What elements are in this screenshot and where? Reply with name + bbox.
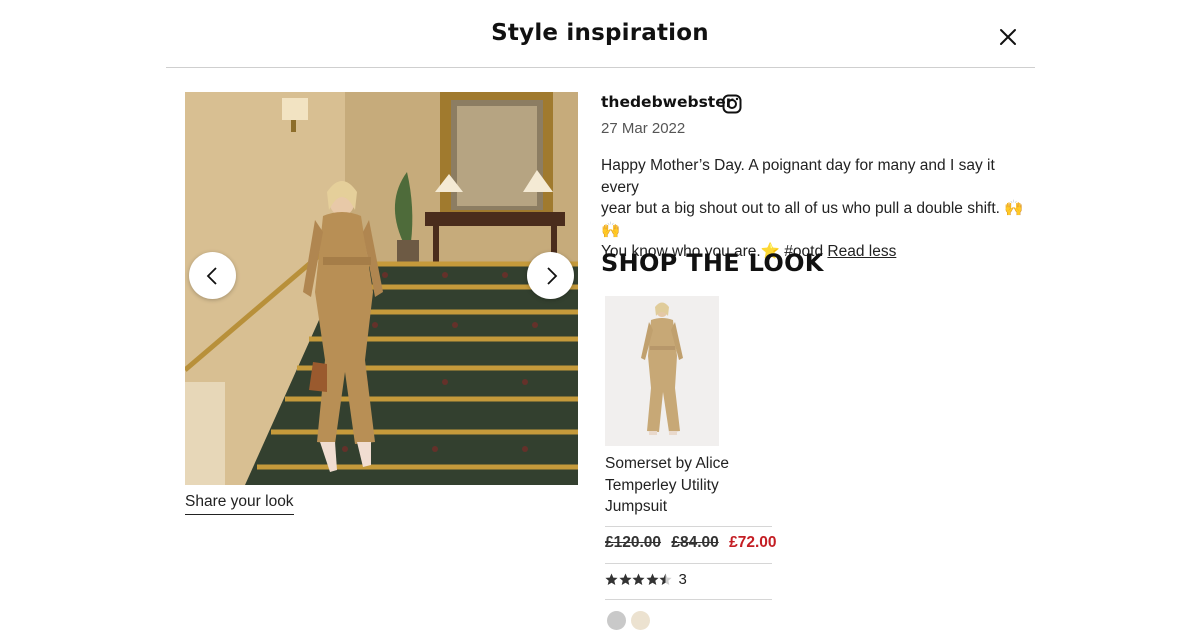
caption-line: year but a big shout out to all of us wh… bbox=[601, 200, 1024, 239]
star-icon bbox=[632, 573, 645, 585]
post-username[interactable]: thedebwebster bbox=[601, 93, 733, 111]
caption-line: Happy Mother’s Day. A poignant day for m… bbox=[601, 157, 995, 196]
shop-the-look-heading: SHOP THE LOOK bbox=[601, 249, 824, 277]
modal-title: Style inspiration bbox=[491, 20, 709, 46]
divider bbox=[605, 563, 772, 564]
star-icon bbox=[659, 573, 672, 585]
star-icon bbox=[645, 573, 659, 585]
divider bbox=[605, 599, 772, 600]
color-swatch[interactable] bbox=[607, 611, 626, 630]
star-icon bbox=[618, 573, 632, 585]
share-your-look-link[interactable]: Share your look bbox=[185, 493, 294, 515]
post-caption: Happy Mother’s Day. A poignant day for m… bbox=[601, 155, 1031, 263]
look-photo bbox=[185, 92, 578, 485]
instagram-icon[interactable] bbox=[722, 94, 742, 114]
product-image[interactable] bbox=[605, 296, 719, 446]
next-button[interactable] bbox=[527, 252, 574, 299]
price-now: £72.00 bbox=[729, 534, 777, 551]
product-price: £120.00 £84.00 £72.00 bbox=[605, 534, 783, 552]
product-name[interactable]: Somerset by Alice Temperley Utility Jump… bbox=[605, 453, 755, 518]
review-count: 3 bbox=[678, 571, 687, 588]
star-icon bbox=[605, 573, 618, 585]
close-icon[interactable] bbox=[996, 25, 1020, 49]
chevron-left-icon bbox=[206, 267, 217, 285]
product-rating[interactable]: 3 bbox=[605, 571, 687, 588]
price-was: £84.00 bbox=[671, 534, 719, 551]
previous-button[interactable] bbox=[189, 252, 236, 299]
star-rating bbox=[605, 573, 673, 586]
color-swatch[interactable] bbox=[631, 611, 650, 630]
chevron-right-icon bbox=[547, 267, 558, 285]
post-date: 27 Mar 2022 bbox=[601, 120, 686, 137]
price-original: £120.00 bbox=[605, 534, 662, 551]
header-divider bbox=[166, 67, 1035, 68]
read-less-link[interactable]: Read less bbox=[827, 243, 896, 260]
divider bbox=[605, 526, 772, 527]
